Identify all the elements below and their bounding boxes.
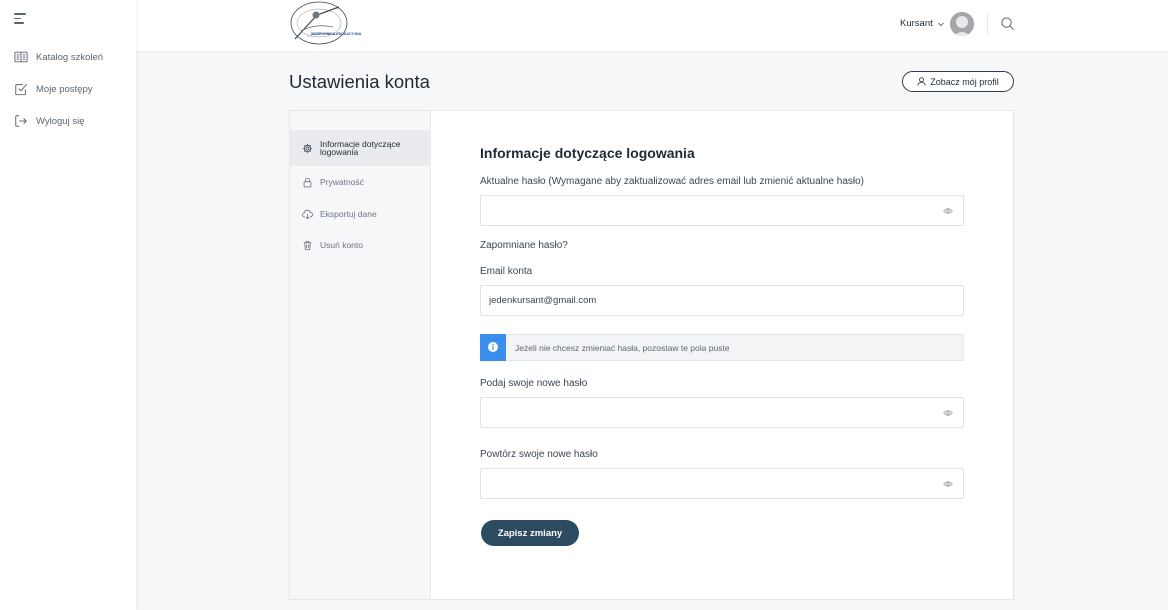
tab-label: Usuń konto: [320, 239, 363, 250]
user-name[interactable]: Kursant: [900, 18, 933, 29]
page-title: Ustawienia konta: [289, 71, 430, 92]
repeat-password-label: Powtórz swoje nowe hasło: [480, 449, 598, 460]
book-icon: [14, 51, 28, 63]
info-notice: Jeżeli nie chcesz zmieniać hasła, pozost…: [480, 333, 964, 361]
current-password-label: Aktualne hasło (Wymagane aby zaktualizow…: [480, 176, 864, 187]
trash-icon: [303, 240, 312, 250]
gear-icon: [303, 143, 312, 153]
info-icon-wrapper: [480, 333, 506, 361]
sidebar-item-label: Katalog szkoleń: [36, 51, 104, 63]
header-divider: [987, 14, 988, 34]
current-password-input[interactable]: [481, 196, 963, 225]
email-field-wrapper: [480, 285, 964, 316]
repeat-password-input[interactable]: [481, 469, 963, 498]
menu-toggle-icon[interactable]: [14, 13, 28, 25]
view-profile-button[interactable]: Zobacz mój profil: [902, 71, 1014, 92]
eye-icon[interactable]: [943, 480, 953, 488]
eye-icon[interactable]: [943, 409, 953, 417]
left-sidebar: Katalog szkoleń Moje postępy Wyloguj się: [0, 0, 136, 610]
new-password-field-wrapper: [480, 397, 964, 428]
eye-icon[interactable]: [943, 207, 953, 215]
tab-delete-account[interactable]: Usuń konto: [290, 237, 431, 253]
view-profile-label: Zobacz mój profil: [930, 76, 999, 87]
sidebar-item-catalog[interactable]: Katalog szkoleń: [14, 48, 103, 66]
logout-icon: [15, 115, 27, 127]
sidebar-item-label: Moje postępy: [36, 83, 93, 95]
tab-login-info[interactable]: Informacje dotyczące logowania: [290, 130, 431, 166]
checkbox-icon: [15, 83, 28, 96]
chevron-down-icon[interactable]: [937, 20, 945, 28]
sidebar-item-progress[interactable]: Moje postępy: [14, 80, 93, 98]
user-icon: [917, 77, 926, 86]
tab-privacy[interactable]: Prywatność: [290, 174, 431, 190]
new-password-input[interactable]: [481, 398, 963, 427]
settings-tabs: Informacje dotyczące logowania Prywatnoś…: [290, 111, 431, 599]
settings-card: Informacje dotyczące logowania Prywatnoś…: [289, 110, 1014, 600]
info-icon: [488, 342, 498, 352]
tab-export-data[interactable]: Eksportuj dane: [290, 206, 431, 222]
email-label: Email konta: [480, 266, 533, 277]
tab-label: Informacje dotyczące logowania: [320, 139, 400, 157]
tab-label-line2: logowania: [320, 147, 359, 157]
current-password-field-wrapper: [480, 195, 964, 226]
email-input[interactable]: [481, 286, 963, 315]
tab-label: Eksportuj dane: [320, 208, 377, 219]
cloud-download-icon: [302, 209, 313, 219]
sidebar-item-label: Wyloguj się: [36, 115, 85, 127]
notice-text: Jeżeli nie chcesz zmieniać hasła, pozost…: [515, 342, 730, 353]
avatar[interactable]: [950, 12, 974, 36]
top-header: WSZECHNICA EDUKACYJNA Kursant: [136, 0, 1168, 52]
search-icon[interactable]: [1000, 16, 1015, 31]
save-button[interactable]: Zapisz zmiany: [481, 520, 579, 546]
logo[interactable]: WSZECHNICA EDUKACYJNA: [289, 1, 369, 49]
section-title: Informacje dotyczące logowania: [480, 145, 695, 161]
lock-icon: [303, 177, 312, 187]
new-password-label: Podaj swoje nowe hasło: [480, 378, 588, 389]
logo-text: WSZECHNICA EDUKACYJNA: [311, 32, 362, 36]
user-avatar-icon: [950, 12, 974, 36]
sidebar-item-logout[interactable]: Wyloguj się: [14, 112, 85, 130]
forgot-password-link[interactable]: Zapomniane hasło?: [480, 240, 568, 251]
repeat-password-field-wrapper: [480, 468, 964, 499]
tab-label: Prywatność: [320, 176, 364, 187]
